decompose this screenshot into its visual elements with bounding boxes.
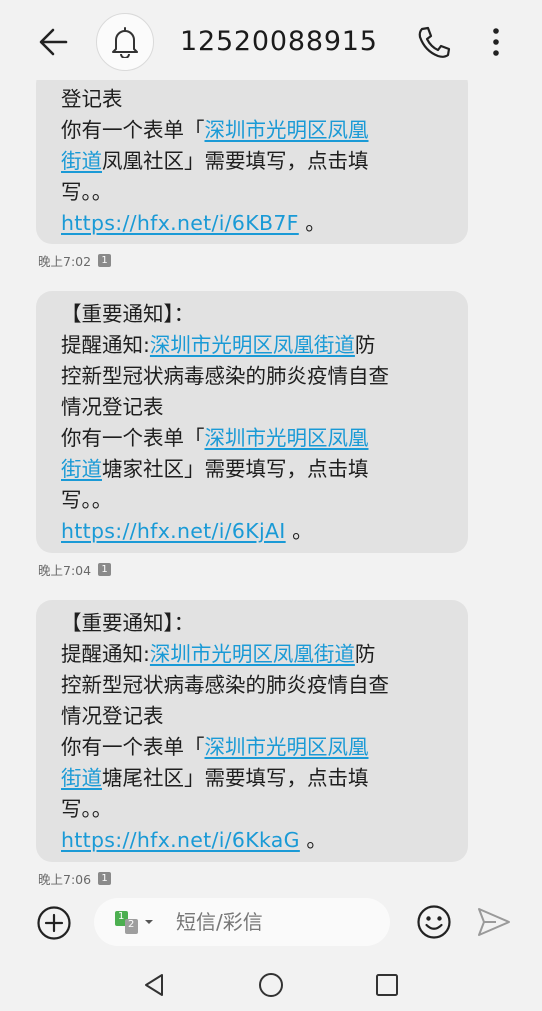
form-url-link[interactable]: https://hfx.net/i/6KkaG — [61, 828, 300, 852]
form-url-link[interactable]: https://hfx.net/i/6KjAI — [61, 519, 286, 543]
message-line: 写。。 — [61, 180, 113, 204]
arrow-left-icon[interactable] — [34, 22, 74, 62]
circle-home-icon[interactable] — [256, 970, 286, 1000]
form-url-link[interactable]: https://hfx.net/i/6KB7F — [61, 211, 299, 235]
sim-selector[interactable]: 1 2 — [114, 910, 162, 936]
message-heading: 【重要通知】： — [61, 611, 195, 635]
location-link[interactable]: 街道 — [61, 766, 102, 790]
bell-icon — [112, 27, 138, 58]
message-composer: 1 2 短信/彩信 — [0, 890, 542, 952]
contact-number: 12520088915 — [180, 26, 378, 57]
message-line: 登记表 — [61, 87, 123, 111]
message-time: 晚上7:04 — [38, 563, 92, 578]
location-link[interactable]: 街道 — [61, 149, 102, 173]
message-line: 街道塘尾社区」需要填写，点击填 — [61, 766, 369, 790]
message-time: 晚上7:06 — [38, 872, 92, 887]
message-bubble[interactable]: 登记表 你有一个表单「深圳市光明区凤凰 街道凤凰社区」需要填写，点击填 写。。 … — [36, 68, 468, 244]
location-link[interactable]: 深圳市光明区凤凰 — [205, 426, 369, 450]
message-bubble[interactable]: 【重要通知】： 提醒通知:深圳市光明区凤凰街道防 控新型冠状病毒感染的肺炎疫情自… — [36, 291, 468, 553]
location-link[interactable]: 深圳市光明区凤凰街道 — [150, 642, 355, 666]
message-line: 控新型冠状病毒感染的肺炎疫情自查 — [61, 364, 389, 388]
more-vertical-icon[interactable] — [482, 24, 510, 60]
message-line: 你有一个表单「深圳市光明区凤凰 — [61, 118, 369, 142]
message-line: 街道塘家社区」需要填写，点击填 — [61, 457, 369, 481]
location-link[interactable]: 深圳市光明区凤凰街道 — [150, 333, 355, 357]
system-navigation-bar — [0, 958, 542, 1011]
message-line: 情况登记表 — [61, 704, 164, 728]
location-link[interactable]: 深圳市光明区凤凰 — [205, 118, 369, 142]
message-line: 你有一个表单「深圳市光明区凤凰 — [61, 426, 369, 450]
sim-selected-label: 1 — [118, 911, 125, 922]
location-link[interactable]: 深圳市光明区凤凰 — [205, 735, 369, 759]
message-line: 控新型冠状病毒感染的肺炎疫情自查 — [61, 673, 389, 697]
message-heading: 【重要通知】： — [61, 302, 195, 326]
contact-avatar[interactable] — [96, 13, 154, 71]
message-meta: 晚上7:04 1 — [38, 560, 112, 579]
message-time: 晚上7:02 — [38, 254, 92, 269]
phone-icon[interactable] — [414, 24, 452, 60]
smiley-icon[interactable] — [416, 904, 452, 940]
sim-other-label: 2 — [128, 919, 135, 930]
sim-card-icon: 1 — [98, 872, 112, 885]
message-line: https://hfx.net/i/6KB7F 。 — [61, 211, 326, 235]
message-meta: 晚上7:02 1 — [38, 251, 112, 270]
message-line: 写。。 — [61, 488, 113, 512]
message-line: 你有一个表单「深圳市光明区凤凰 — [61, 735, 369, 759]
message-line: https://hfx.net/i/6KkaG 。 — [61, 828, 327, 852]
message-input[interactable]: 1 2 短信/彩信 — [94, 898, 390, 946]
sim-card-icon: 1 — [98, 254, 112, 267]
sim-card-icon: 1 — [98, 563, 112, 576]
message-line: 提醒通知:深圳市光明区凤凰街道防 — [61, 333, 376, 357]
message-bubble[interactable]: 【重要通知】： 提醒通知:深圳市光明区凤凰街道防 控新型冠状病毒感染的肺炎疫情自… — [36, 600, 468, 862]
conversation-header: 12520088915 — [0, 0, 542, 80]
plus-circle-icon[interactable] — [36, 905, 72, 941]
message-input-placeholder: 短信/彩信 — [176, 910, 263, 934]
message-line: https://hfx.net/i/6KjAI 。 — [61, 519, 313, 543]
message-line: 提醒通知:深圳市光明区凤凰街道防 — [61, 642, 376, 666]
message-line: 写。。 — [61, 797, 113, 821]
message-list[interactable]: 登记表 你有一个表单「深圳市光明区凤凰 街道凤凰社区」需要填写，点击填 写。。 … — [0, 0, 542, 900]
triangle-back-icon[interactable] — [140, 970, 170, 1000]
square-recents-icon[interactable] — [372, 970, 402, 1000]
message-meta: 晚上7:06 1 — [38, 869, 112, 888]
message-line: 情况登记表 — [61, 395, 164, 419]
send-icon[interactable] — [476, 906, 512, 938]
location-link[interactable]: 街道 — [61, 457, 102, 481]
message-line: 街道凤凰社区」需要填写，点击填 — [61, 149, 369, 173]
